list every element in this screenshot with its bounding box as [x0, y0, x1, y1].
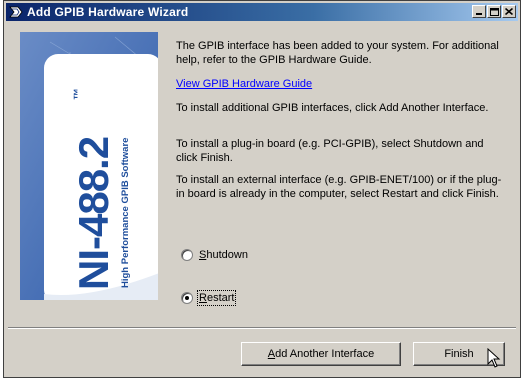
banner-tagline: High Performance GPIB Software: [120, 138, 131, 288]
restart-label: Restart: [196, 290, 237, 306]
shutdown-option[interactable]: Shutdown: [181, 249, 248, 261]
mouse-pointer-icon: [487, 348, 501, 368]
window-title: Add GPIB Hardware Wizard: [27, 5, 189, 19]
ni-488-2-banner: NI-488.2 ™ High Performance GPIB Softwar…: [20, 32, 158, 300]
footer-separator-highlight: [8, 328, 516, 329]
plugin-text: To install a plug-in board (e.g. PCI-GPI…: [176, 138, 484, 164]
shutdown-label: Shutdown: [199, 249, 248, 261]
close-button[interactable]: [502, 5, 516, 18]
title-bar[interactable]: Add GPIB Hardware Wizard: [6, 3, 518, 21]
external-text: To install an external interface (e.g. G…: [176, 174, 502, 200]
shutdown-radio[interactable]: [181, 249, 193, 261]
minimize-icon: [476, 13, 482, 15]
maximize-icon: [489, 7, 499, 16]
wizard-window: Add GPIB Hardware Wizard NI-488.2 ™ High…: [3, 0, 521, 378]
wizard-app-icon: [9, 6, 23, 18]
maximize-button[interactable]: [487, 5, 501, 18]
restart-option[interactable]: Restart: [181, 290, 237, 306]
restart-radio[interactable]: [181, 292, 193, 304]
add-another-interface-button[interactable]: Add Another Interface: [241, 342, 401, 366]
intro-text: The GPIB interface has been added to you…: [176, 40, 499, 66]
minimize-button[interactable]: [472, 5, 486, 18]
view-guide-link[interactable]: View GPIB Hardware Guide: [176, 77, 312, 91]
add-another-text: To install additional GPIB interfaces, c…: [176, 102, 489, 114]
banner-trademark: ™: [71, 88, 85, 100]
finish-label: Finish: [444, 348, 474, 360]
banner-product-name: NI-488.2: [70, 137, 117, 290]
add-another-interface-label: Add Another Interface: [267, 348, 375, 360]
close-icon: [505, 8, 513, 15]
